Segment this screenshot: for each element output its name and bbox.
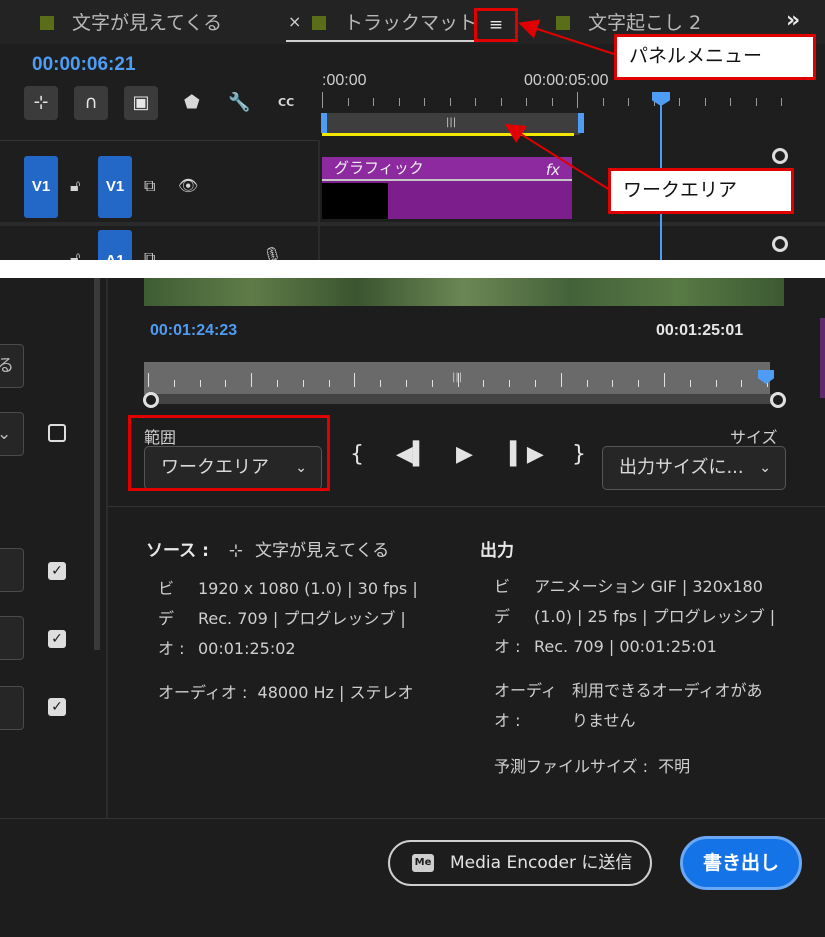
step-back-button[interactable]: ◀▍ [396, 442, 430, 467]
callout-work-area: ワークエリア [608, 168, 794, 214]
output-heading: 出力 [480, 541, 514, 561]
preview-video-frame [144, 278, 784, 306]
work-area-arrow [504, 123, 611, 191]
range-tick [638, 380, 640, 387]
range-grip-icon[interactable]: ||| [452, 372, 462, 383]
sidebar-field[interactable] [0, 686, 24, 730]
chevron-down-icon: ⌄ [759, 460, 771, 476]
range-highlight-box [128, 415, 330, 491]
sidebar-checkbox-empty[interactable] [48, 424, 66, 442]
source-duration-info: オ :00:01:25:02 [158, 639, 296, 658]
sidebar-scrollbar[interactable] [94, 278, 100, 650]
range-tick [431, 380, 433, 387]
source-color-info: デ Rec. 709 | プログレッシブ | [158, 609, 406, 628]
range-tick [741, 380, 743, 387]
range-tick [148, 373, 149, 387]
source-heading: ソース : ⊹ 文字が見えてくる [146, 541, 390, 561]
range-tick [509, 380, 511, 387]
out-point-timecode: 00:01:25:01 [656, 322, 744, 339]
mark-out-button[interactable]: } [572, 442, 586, 467]
range-tick [277, 380, 278, 387]
sidebar-checkbox[interactable]: ✓ [48, 630, 66, 648]
output-audio-value-2: りません [572, 711, 636, 730]
output-audio-key-1: オーディ [494, 681, 557, 700]
range-tick [251, 373, 253, 387]
range-tick [535, 380, 536, 387]
export-panel: る ⌄ ✓ ✓ ✓ 00:01:24:23 00:01:25:01 ||| 範囲… [0, 278, 825, 937]
size-dropdown[interactable]: 出力サイズに... ⌄ [602, 446, 786, 490]
range-tick [302, 380, 304, 387]
source-name: 文字が見えてくる [254, 541, 390, 561]
play-button[interactable]: ▶ [456, 442, 473, 467]
range-tick [380, 380, 382, 387]
sidebar-checkbox[interactable]: ✓ [48, 562, 66, 580]
size-label: サイズ [730, 428, 778, 447]
side-accent [820, 318, 825, 398]
range-tick [225, 380, 227, 387]
output-audio-value-1: 利用できるオーディオがあ [572, 681, 763, 700]
output-duration-info: オ : Rec. 709 | 00:01:25:01 [494, 637, 717, 656]
range-tick [173, 380, 175, 387]
sidebar-checkbox[interactable]: ✓ [48, 698, 66, 716]
range-tick [612, 380, 614, 387]
source-video-info: ビ 1920 x 1080 (1.0) | 30 fps | [158, 579, 418, 598]
range-tick [689, 380, 691, 387]
range-start-knob[interactable] [143, 392, 159, 408]
range-tick [328, 380, 330, 387]
range-tick [199, 380, 201, 387]
media-encoder-icon: Me [412, 854, 434, 872]
callout-panel-menu: パネルメニュー [614, 34, 816, 80]
footer-divider [0, 818, 825, 819]
source-audio-info: オーディオ : 48000 Hz | ステレオ [158, 683, 414, 702]
timeline-panel: 文字が見えてくる × トラックマット ≡ 文字起こし 2 » 00:00:06:… [0, 0, 825, 260]
range-tick [483, 380, 485, 387]
export-button[interactable]: 書き出し [680, 836, 802, 890]
range-tick [406, 380, 407, 387]
step-forward-button[interactable]: ▍▶ [510, 442, 544, 467]
in-point-timecode[interactable]: 00:01:24:23 [150, 322, 237, 340]
output-format-info: デ (1.0) | 25 fps | プログレッシブ | [494, 607, 776, 626]
estimated-file-size: 予測ファイルサイズ : 不明 [494, 757, 691, 776]
sidebar-field[interactable] [0, 548, 24, 592]
panel-menu-arrow [518, 19, 615, 55]
range-end-knob[interactable] [770, 392, 786, 408]
sidebar-field[interactable]: る [0, 344, 24, 388]
range-tick [354, 373, 356, 387]
range-tick [664, 373, 665, 387]
sidebar-field[interactable] [0, 616, 24, 660]
range-tick [586, 380, 588, 387]
range-tick [715, 380, 717, 387]
send-to-media-encoder-button[interactable]: Me Media Encoder に送信 [388, 840, 652, 886]
output-video-info: ビアニメーション GIF | 320x180 [494, 577, 763, 596]
section-divider [108, 506, 825, 507]
sidebar-dropdown[interactable]: ⌄ [0, 412, 24, 456]
output-audio-key-2: オ : [494, 711, 521, 730]
range-track [144, 394, 780, 404]
range-tick [560, 373, 562, 387]
sequence-icon: ⊹ [228, 541, 244, 561]
export-settings-sidebar: る ⌄ ✓ ✓ ✓ [0, 278, 108, 818]
mark-in-button[interactable]: { [350, 442, 364, 467]
